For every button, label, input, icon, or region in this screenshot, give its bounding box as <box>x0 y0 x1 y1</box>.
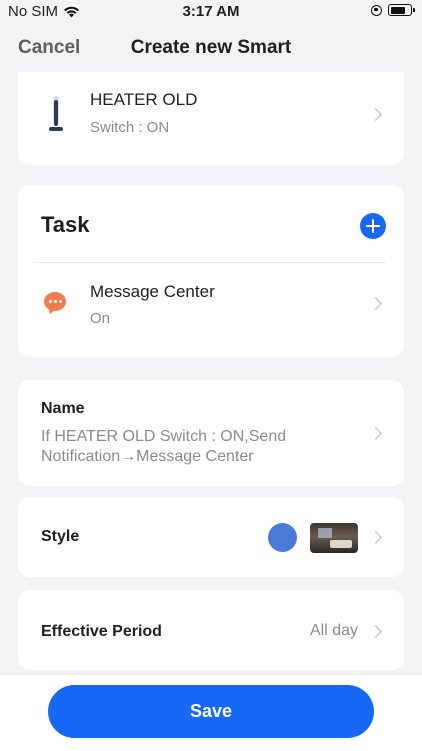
name-label: Name <box>41 400 85 417</box>
chevron-right-icon <box>369 531 382 544</box>
message-icon <box>44 292 66 311</box>
bottom-bar: Save <box>0 674 422 751</box>
style-card[interactable]: Style <box>18 497 404 577</box>
status-bar: No SIM 3:17 AM <box>0 0 422 24</box>
chevron-right-icon <box>369 427 382 440</box>
style-background-thumbnail <box>310 523 358 553</box>
battery-icon <box>388 4 415 16</box>
orientation-lock-icon <box>371 4 382 16</box>
chevron-right-icon <box>369 625 382 638</box>
effective-period-card[interactable]: Effective Period All day <box>18 590 404 670</box>
task-section-title: Task <box>41 212 90 237</box>
page-title: Create new Smart <box>130 37 292 58</box>
style-color-swatch <box>268 523 297 552</box>
status-time: 3:17 AM <box>182 3 240 20</box>
style-label: Style <box>41 528 80 545</box>
chevron-right-icon <box>369 108 382 121</box>
effective-period-label: Effective Period <box>41 623 162 640</box>
name-value: If HEATER OLD Switch : ON,Send Notificat… <box>41 428 287 465</box>
task-card: Task Message Center On <box>18 185 404 357</box>
effective-period-value: All day <box>309 622 358 639</box>
condition-card[interactable]: HEATER OLD Switch : ON <box>18 72 404 165</box>
chevron-right-icon <box>369 297 382 310</box>
condition-device-status: Switch : ON <box>90 119 170 136</box>
navigation-bar: Cancel Create new Smart <box>0 26 422 70</box>
heater-icon <box>48 96 64 132</box>
save-button[interactable]: Save <box>48 685 374 738</box>
name-card[interactable]: Name If HEATER OLD Switch : ON,Send Noti… <box>18 380 404 486</box>
condition-device-name: HEATER OLD <box>90 90 198 109</box>
add-task-button[interactable] <box>360 213 386 239</box>
task-item-status: On <box>90 310 111 327</box>
task-item-name: Message Center <box>90 282 215 301</box>
divider <box>36 262 386 263</box>
